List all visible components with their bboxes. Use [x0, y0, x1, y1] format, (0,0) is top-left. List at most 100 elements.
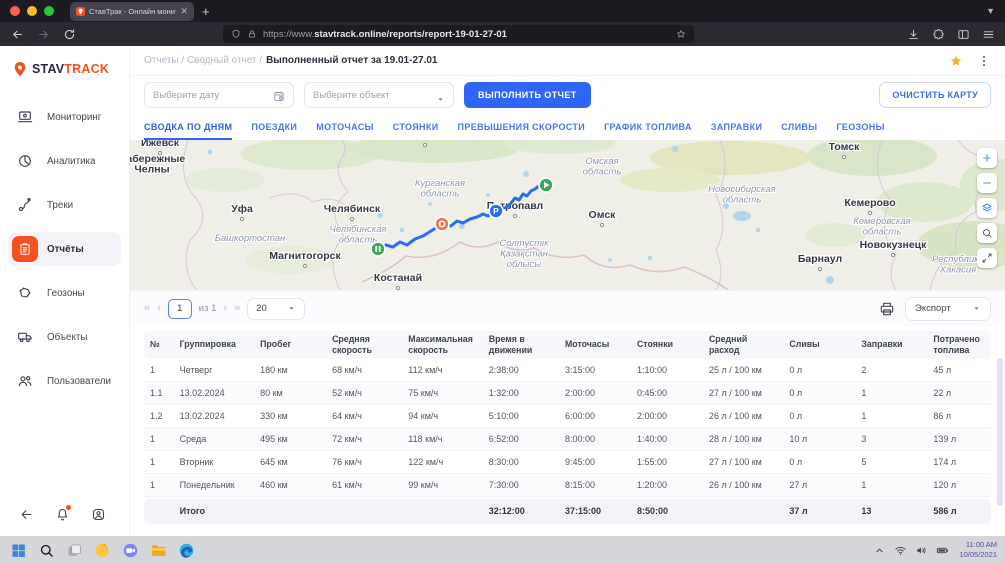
minimize-window-button[interactable] [27, 6, 37, 16]
map-city-dot [891, 253, 894, 256]
extensions-icon[interactable] [931, 27, 945, 41]
table-cell: 0 л [783, 457, 855, 467]
taskbar-firefox-icon[interactable] [92, 540, 112, 560]
sidebar-menu: Мониторинг Аналитика Треки Отчёты Геозоны Объ… [0, 84, 129, 506]
map-marker-parking[interactable]: P [489, 204, 503, 218]
kebab-menu-icon[interactable] [977, 54, 991, 68]
url-bar[interactable]: https://www.stavtrack.online/reports/rep… [223, 25, 694, 43]
sidebar-item-analytics[interactable]: Аналитика [8, 144, 121, 178]
close-window-button[interactable] [10, 6, 20, 16]
map-city-label: Ижевск [141, 140, 180, 149]
table-cell: 2:00:00 [631, 411, 703, 421]
date-input[interactable] [153, 90, 269, 101]
objects-icon [12, 324, 38, 350]
taskbar-chat-icon[interactable] [120, 540, 140, 560]
favorite-star-icon[interactable] [949, 54, 963, 68]
taskbar-clock[interactable]: 11:00 AM 10/05/2021 [959, 540, 997, 560]
maximize-window-button[interactable] [44, 6, 54, 16]
table-header: №ГруппировкаПробегСредняя скоростьМаксим… [144, 331, 991, 359]
table-cell: 1 [144, 434, 174, 444]
table-row: 1Понедельник460 км61 км/ч99 км/ч7:30:008… [144, 474, 991, 497]
map-marker-pause[interactable] [371, 242, 385, 256]
page-scrollbar[interactable] [997, 358, 1003, 506]
table-cell: 8:15:00 [559, 480, 631, 490]
new-tab-button[interactable]: + [202, 5, 210, 18]
logo-pin-icon [12, 60, 28, 78]
bookmark-star-icon[interactable] [676, 29, 686, 39]
table-cell: 7:30:00 [483, 480, 559, 490]
sidebar-item-tracks[interactable]: Треки [8, 188, 121, 222]
browser-tab[interactable]: СтавТрак - Онлайн мониторинг ✕ [70, 2, 194, 21]
profile-icon[interactable] [90, 506, 106, 522]
sidebar-item-geozones[interactable]: Геозоны [8, 276, 121, 310]
chevron-down-icon [436, 91, 445, 100]
sidebar-panel-icon[interactable] [956, 27, 970, 41]
fullscreen-button[interactable] [977, 248, 997, 268]
column-header: Моточасы [559, 336, 631, 353]
tab-стоянки[interactable]: СТОЯНКИ [393, 114, 439, 140]
list-tabs-chevron-icon[interactable]: ▼ [986, 6, 995, 16]
layers-button[interactable] [977, 198, 997, 218]
search-button[interactable] [977, 223, 997, 243]
tab-геозоны[interactable]: ГЕОЗОНЫ [836, 114, 884, 140]
prev-page-button[interactable]: ‹ [157, 303, 161, 314]
last-page-button[interactable]: » [234, 303, 240, 314]
object-select[interactable]: Выберите объект [304, 82, 454, 108]
forward-icon[interactable] [36, 27, 50, 41]
tab-заправки[interactable]: ЗАПРАВКИ [711, 114, 762, 140]
zoom-in-button[interactable] [977, 148, 997, 168]
map-svg: БашкортостанЧелябинскаяобластьКурганская… [130, 140, 1005, 290]
collapse-icon[interactable] [18, 506, 34, 522]
taskbar-edge-icon[interactable] [176, 540, 196, 560]
tab-превышения-скорости[interactable]: ПРЕВЫШЕНИЯ СКОРОСТИ [458, 114, 586, 140]
table-cell: 0 л [783, 365, 855, 375]
sidebar-item-users[interactable]: Пользователи [8, 364, 121, 398]
map[interactable]: БашкортостанЧелябинскаяобластьКурганская… [130, 140, 1005, 290]
menu-icon[interactable] [981, 27, 995, 41]
notification-dot [66, 505, 71, 510]
tab-моточасы[interactable]: МОТОЧАСЫ [316, 114, 373, 140]
volume-icon[interactable] [914, 543, 928, 557]
column-header: Потрачено топлива [927, 331, 991, 359]
chevron-down-icon [287, 304, 296, 313]
taskbar-search-icon[interactable] [36, 540, 56, 560]
back-icon[interactable] [10, 27, 24, 41]
run-report-button[interactable]: ВЫПОЛНИТЬ ОТЧЕТ [464, 82, 591, 108]
taskbar-task-view-icon[interactable] [64, 540, 84, 560]
map-marker-finish[interactable] [539, 178, 553, 192]
taskbar-icons [8, 540, 196, 560]
tab-сводка-по-дням[interactable]: СВОДКА ПО ДНЯМ [144, 114, 232, 140]
page-size-select[interactable]: 20 [247, 298, 305, 320]
app-logo: STAVTRACK [0, 46, 129, 84]
sidebar-item-objects[interactable]: Объекты [8, 320, 121, 354]
export-select[interactable]: Экспорт [905, 297, 991, 321]
date-input-box[interactable] [144, 82, 294, 108]
tray-chevron-icon[interactable] [872, 543, 886, 557]
download-icon[interactable] [906, 27, 920, 41]
taskbar-explorer-icon[interactable] [148, 540, 168, 560]
tab-сливы[interactable]: СЛИВЫ [781, 114, 817, 140]
table-cell: 27 л [783, 480, 855, 490]
taskbar-start-icon[interactable] [8, 540, 28, 560]
clear-map-button[interactable]: ОЧИСТИТЬ КАРТУ [879, 82, 991, 108]
wifi-icon[interactable] [893, 543, 907, 557]
first-page-button[interactable]: « [144, 303, 150, 314]
reload-icon[interactable] [62, 27, 76, 41]
sidebar-item-monitoring[interactable]: Мониторинг [8, 100, 121, 134]
zoom-out-button[interactable] [977, 173, 997, 193]
table-cell: 180 км [254, 365, 326, 375]
sidebar-item-reports[interactable]: Отчёты [8, 232, 121, 266]
table-cell: 6:52:00 [483, 434, 559, 444]
total-cell: 586 л [927, 506, 991, 516]
next-page-button[interactable]: › [223, 303, 227, 314]
map-marker-stop[interactable] [435, 217, 449, 231]
breadcrumb-current: Выполненный отчет за 19.01-27.01 [266, 55, 437, 66]
tab-поездки[interactable]: ПОЕЗДКИ [251, 114, 297, 140]
battery-icon[interactable] [935, 543, 949, 557]
print-icon[interactable] [879, 301, 895, 317]
tab-график-топлива[interactable]: ГРАФИК ТОПЛИВА [604, 114, 692, 140]
bell-icon[interactable] [54, 506, 70, 522]
page-number-input[interactable]: 1 [168, 299, 192, 319]
close-tab-icon[interactable]: ✕ [180, 7, 188, 16]
breadcrumb-trail[interactable]: Отчеты / Сводный отчет / [144, 55, 262, 66]
